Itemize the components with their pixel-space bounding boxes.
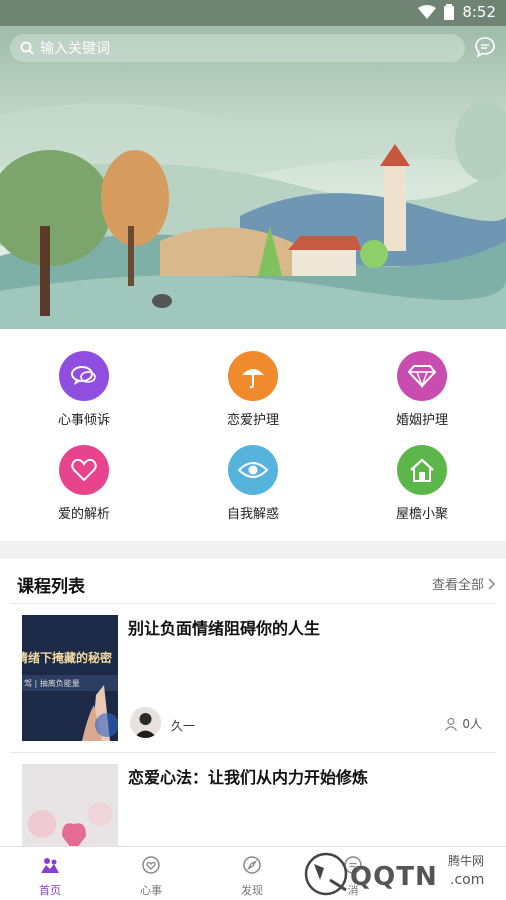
category-ai-de-jiexi[interactable]: 爱的解析: [24, 445, 144, 522]
chat-bubbles-icon: [59, 351, 109, 401]
thumbnail-subcaption: 驾 | 抽离负能量: [24, 679, 80, 688]
diamond-icon: [397, 351, 447, 401]
watermark-suffix: .com: [450, 872, 485, 888]
watermark: QQTN .com 腾牛网: [300, 848, 500, 898]
see-all-label: 查看全部: [431, 578, 484, 593]
person-icon: [445, 717, 458, 731]
message-icon[interactable]: [474, 36, 496, 58]
search-placeholder: 输入关键词: [40, 41, 110, 57]
chevron-right-icon: [488, 577, 496, 590]
category-xinshi-qingsu[interactable]: 心事倾诉: [24, 351, 144, 428]
home-people-icon: [41, 858, 59, 873]
compass-icon: [243, 856, 261, 874]
course-title: 恋爱心法：让我们从内力开始修炼: [128, 768, 369, 787]
search-bar[interactable]: 输入关键词: [10, 34, 465, 62]
section-title: 课程列表: [17, 577, 85, 597]
category-hunyin-huli[interactable]: 婚姻护理: [362, 351, 482, 428]
status-time: 8:52: [462, 3, 496, 21]
category-label: 心事倾诉: [57, 413, 110, 428]
avatar: [130, 707, 161, 738]
course-author: 久一: [171, 719, 196, 733]
section-divider: [0, 541, 506, 559]
participant-count-text: 0人: [462, 717, 482, 731]
category-label: 爱的解析: [57, 507, 110, 522]
search-icon: [20, 41, 34, 55]
nav-xinshi[interactable]: 心事: [111, 855, 191, 898]
category-grid: 心事倾诉 恋爱护理 婚姻护理 爱的解析 自我解惑 屋檐小聚: [0, 329, 506, 538]
category-ziwo-jiehuo[interactable]: 自我解惑: [193, 445, 313, 522]
nav-faxian[interactable]: 发现: [212, 855, 292, 898]
category-label: 自我解惑: [226, 507, 279, 522]
course-section-header: 课程列表 查看全部: [0, 560, 506, 604]
nav-label: 心事: [140, 884, 162, 897]
category-wuyan-xiaoju[interactable]: 屋檐小聚: [362, 445, 482, 522]
wifi-icon: [418, 5, 437, 19]
nav-label: 首页: [39, 884, 61, 897]
category-lianai-huli[interactable]: 恋爱护理: [193, 351, 313, 428]
course-title: 别让负面情绪阻碍你的人生: [128, 619, 321, 638]
category-label: 屋檐小聚: [395, 507, 448, 522]
course-thumbnail: 情绪下掩藏的秘密 驾 | 抽离负能量: [22, 615, 118, 741]
watermark-brand: QQTN: [350, 862, 438, 892]
watermark-site: 腾牛网: [448, 854, 485, 868]
eye-icon: [228, 445, 278, 495]
nav-home[interactable]: 首页: [10, 855, 90, 898]
category-label: 婚姻护理: [395, 413, 448, 428]
thumbnail-caption: 情绪下掩藏的秘密: [22, 651, 113, 665]
see-all-link[interactable]: 查看全部: [432, 574, 496, 593]
participant-count: 0人: [444, 715, 482, 732]
heart-icon: [59, 445, 109, 495]
category-label: 恋爱护理: [226, 413, 279, 428]
umbrella-icon: [228, 351, 278, 401]
banner-illustration: [0, 26, 506, 329]
nav-label: 发现: [241, 884, 263, 897]
heart-chat-icon: [142, 856, 160, 874]
house-icon: [397, 445, 447, 495]
status-bar: 8:52: [0, 0, 506, 26]
battery-icon: [444, 4, 455, 20]
banner-carousel[interactable]: [0, 26, 506, 329]
course-item[interactable]: 情绪下掩藏的秘密 驾 | 抽离负能量 别让负面情绪阻碍你的人生 久一 0人: [0, 603, 506, 751]
